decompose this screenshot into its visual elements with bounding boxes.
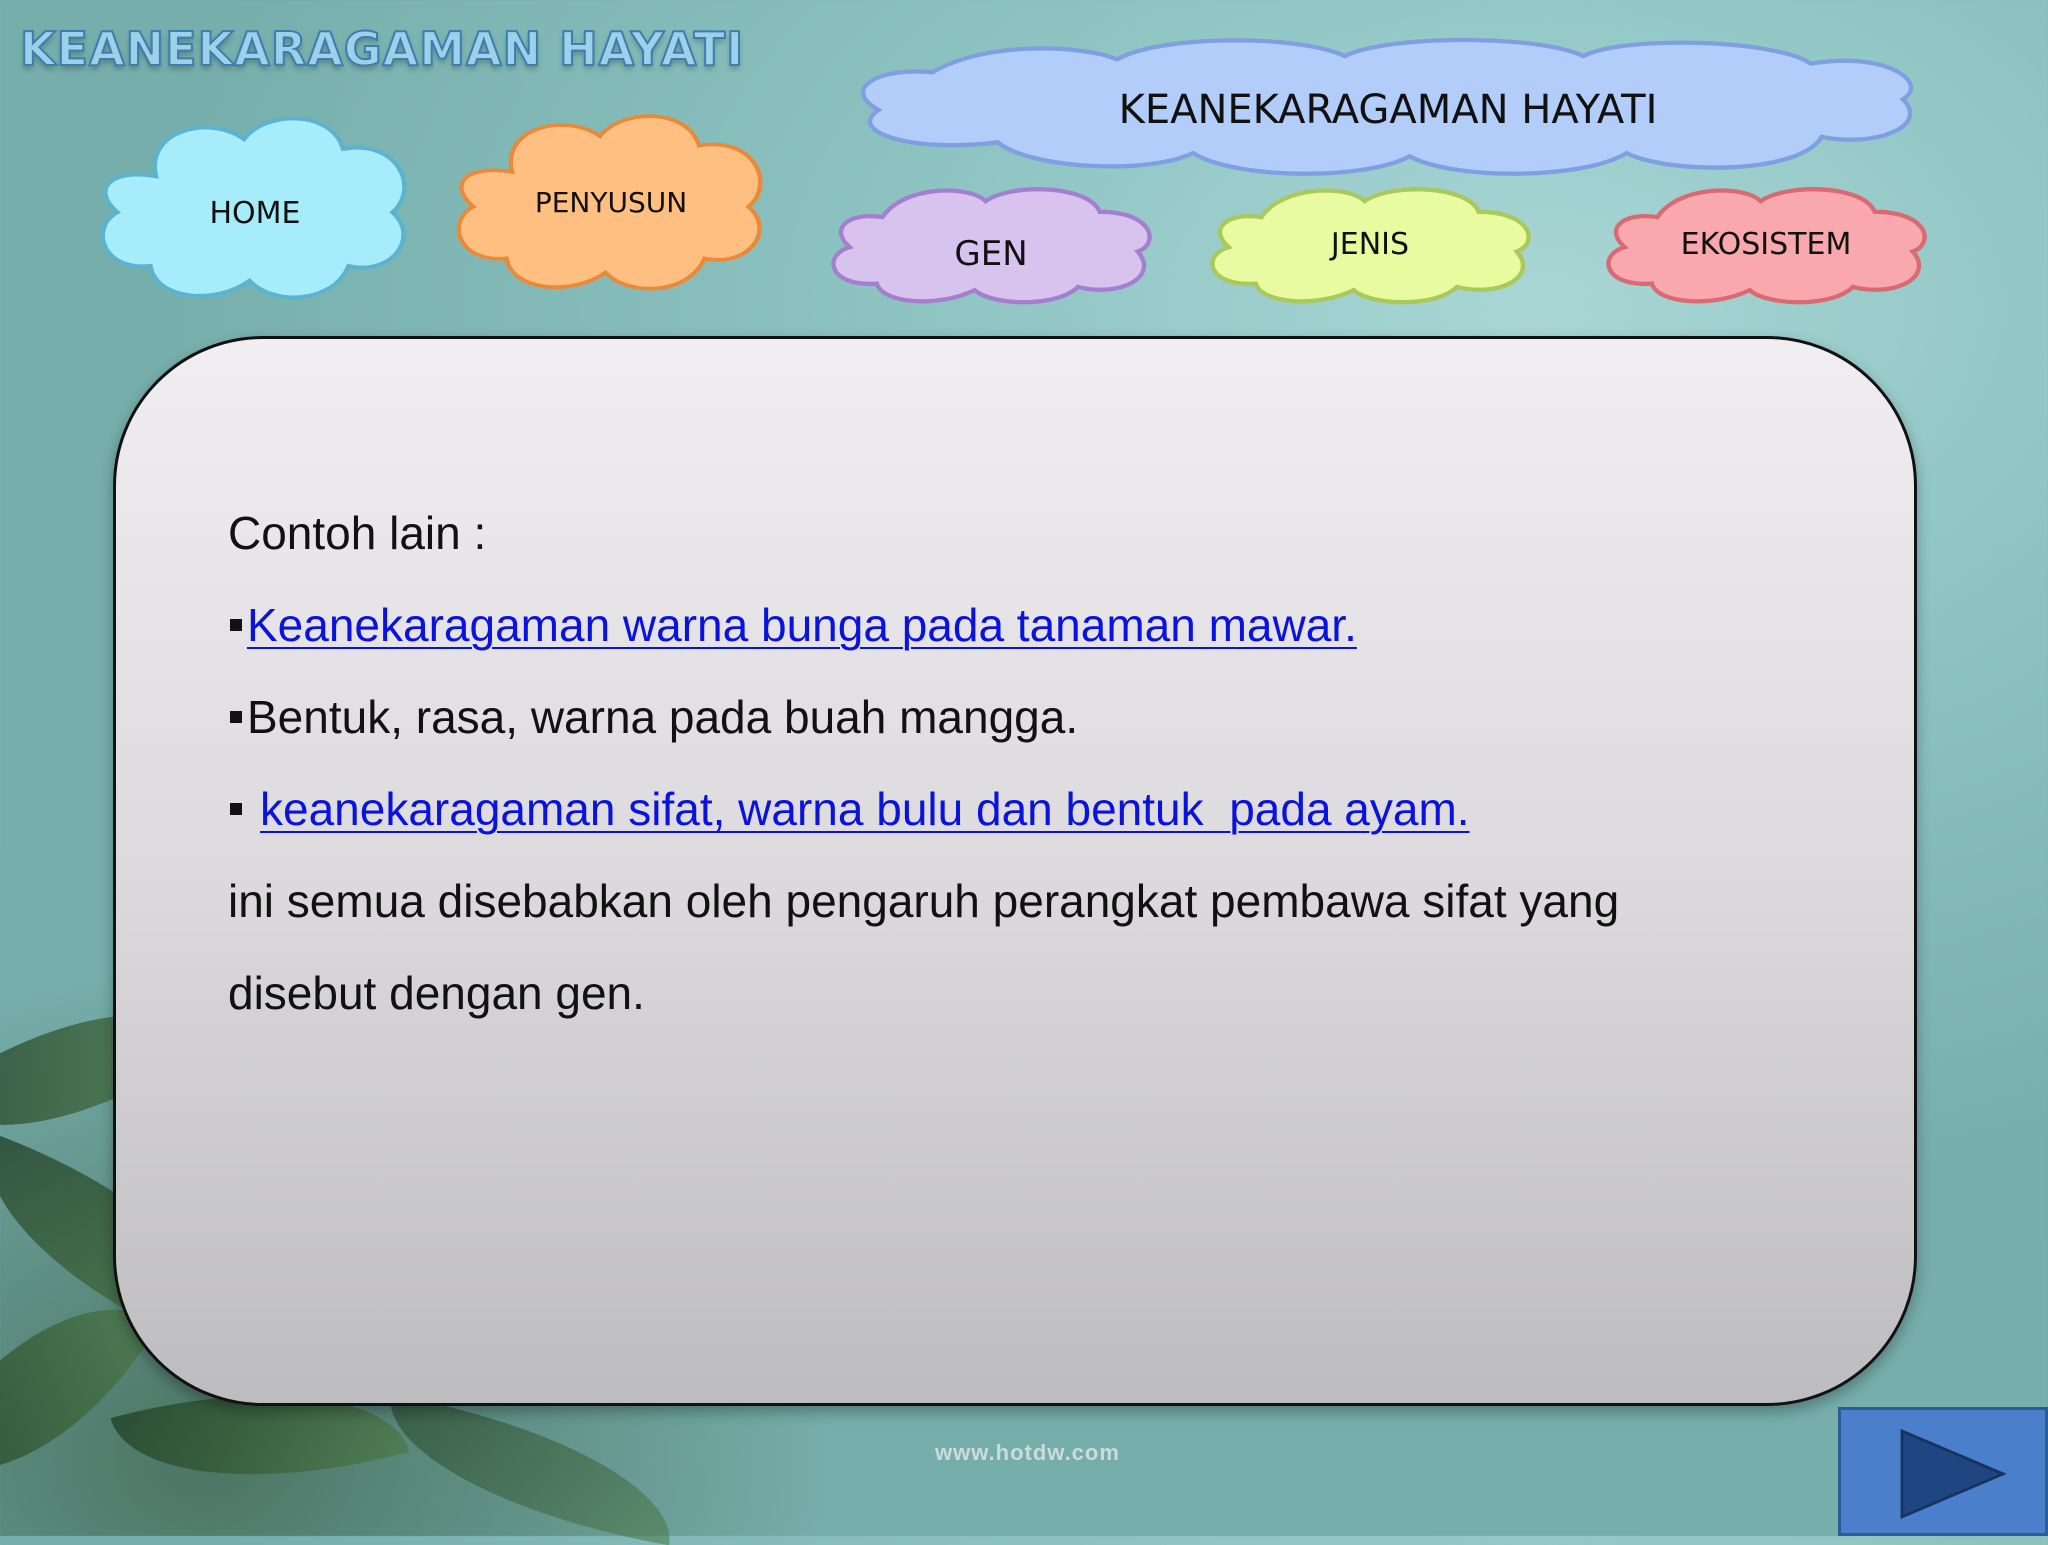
home-label: HOME xyxy=(209,196,301,231)
jenis-label: JENIS xyxy=(1330,226,1410,262)
rose-link[interactable]: Keanekaragaman warna bunga pada tanaman … xyxy=(247,598,1357,652)
main-topic-cloud[interactable]: KEANEKARAGAMAN HAYATI xyxy=(846,37,1930,180)
bullet-icon xyxy=(230,619,242,631)
conclusion-text: disebut dengan gen. xyxy=(228,967,645,1019)
home-button[interactable]: HOME xyxy=(90,110,420,305)
content-text: Contoh lain : Keanekaragaman warna bunga… xyxy=(228,487,1848,1039)
brand-title: KEANEKARAGAMAN HAYATI xyxy=(19,21,745,77)
conclusion-text: ini semua disebabkan oleh pengaruh peran… xyxy=(228,875,1620,927)
list-item: Keanekaragaman warna bunga pada tanaman … xyxy=(228,579,1848,671)
bullet-icon xyxy=(230,803,242,815)
plant-leaf-decoration xyxy=(373,1394,687,1545)
next-slide-button[interactable] xyxy=(1838,1407,2048,1536)
chicken-link[interactable]: keanekaragaman sifat, warna bulu dan ben… xyxy=(260,782,1470,836)
gen-label: GEN xyxy=(954,234,1028,274)
penyusun-button[interactable]: PENYUSUN xyxy=(446,108,776,296)
ekosistem-button[interactable]: EKOSISTEM xyxy=(1603,185,1929,305)
ekosistem-label: EKOSISTEM xyxy=(1680,226,1852,262)
list-item: keanekaragaman sifat, warna bulu dan ben… xyxy=(228,763,1848,855)
play-triangle-icon xyxy=(1900,1428,2007,1519)
watermark: www.hotdw.com xyxy=(935,1440,1120,1465)
bullet-icon xyxy=(230,711,242,723)
gen-button[interactable]: GEN xyxy=(828,185,1154,305)
mango-text: Bentuk, rasa, warna pada buah mangga. xyxy=(247,691,1079,743)
content-heading: Contoh lain : xyxy=(228,507,487,559)
main-topic-label: KEANEKARAGAMAN HAYATI xyxy=(1118,87,1658,133)
jenis-button[interactable]: JENIS xyxy=(1207,185,1533,305)
list-item: Bentuk, rasa, warna pada buah mangga. xyxy=(228,671,1848,763)
penyusun-label: PENYUSUN xyxy=(534,185,688,219)
